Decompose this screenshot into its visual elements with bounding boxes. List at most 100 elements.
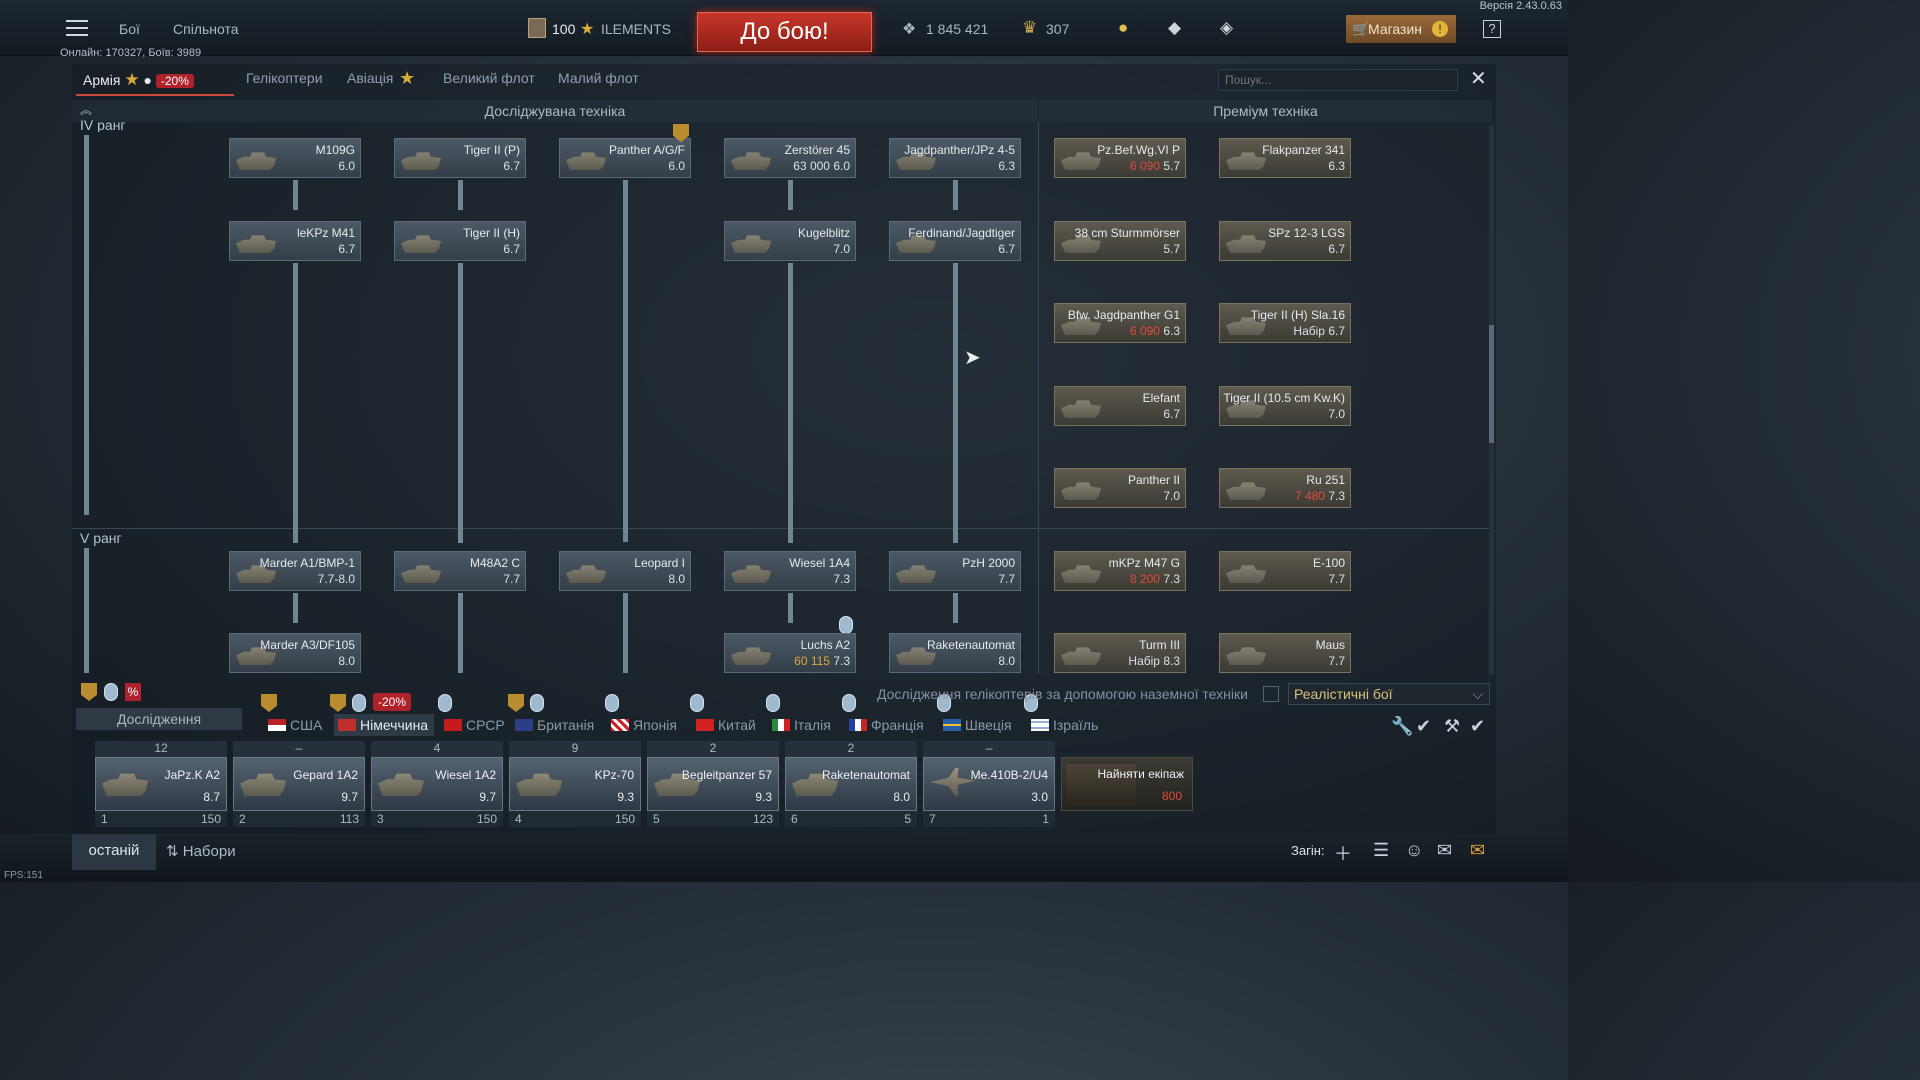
- nation-usa[interactable]: США: [268, 717, 322, 733]
- tab-helicopters[interactable]: Гелікоптери: [246, 70, 323, 86]
- close-icon[interactable]: ✕: [1470, 69, 1490, 90]
- slot-vehicle[interactable]: Begleitpanzer 57 9.3: [647, 757, 779, 811]
- nation-sweden[interactable]: Швеція: [943, 717, 1012, 733]
- slot-vehicle[interactable]: JaPz.K A2 8.7: [95, 757, 227, 811]
- tab-army[interactable]: Армія ★ ● -20%: [76, 66, 234, 96]
- vehicle-card[interactable]: Raketenautomat 8.0: [889, 633, 1021, 673]
- nation-france[interactable]: Франція: [849, 717, 924, 733]
- nation-israel[interactable]: Ізраїль: [1031, 717, 1098, 733]
- check-icon[interactable]: ✔: [1416, 716, 1431, 737]
- scrollbar-thumb[interactable]: [1489, 325, 1494, 443]
- crew-slot[interactable]: 2 Raketenautomat 8.0 6 5: [785, 741, 917, 827]
- vehicle-card[interactable]: leKPz M41 6.7: [229, 221, 361, 261]
- chat-icon[interactable]: ✉: [1437, 840, 1452, 861]
- nation-japan[interactable]: Японія: [611, 717, 677, 733]
- tab-bluewater-fleet[interactable]: Великий флот: [443, 70, 535, 86]
- nation-germany[interactable]: Німеччина: [334, 714, 434, 736]
- collapse-icon[interactable]: ︽: [80, 101, 92, 118]
- slot-vehicle[interactable]: Raketenautomat 8.0: [785, 757, 917, 811]
- friends-icon[interactable]: ☺: [1405, 840, 1423, 861]
- hire-crew-button[interactable]: Найняти екіпаж 800: [1061, 757, 1193, 811]
- tree-link: [458, 263, 463, 543]
- crew-slot[interactable]: – Gepard 1A2 9.7 2 113: [233, 741, 365, 827]
- vehicle-card[interactable]: M48A2 C 7.7: [394, 551, 526, 591]
- slot-vehicle[interactable]: KPz-70 9.3: [509, 757, 641, 811]
- bundle-label: Набір: [1293, 324, 1325, 338]
- wrench-icon[interactable]: 🔧: [1391, 716, 1413, 737]
- rank-v-label[interactable]: V ранг: [80, 530, 122, 546]
- premium-vehicle-card[interactable]: Flakpanzer 341 6.3: [1219, 138, 1351, 178]
- menu-icon[interactable]: [66, 20, 88, 36]
- research-dropdown[interactable]: Дослідження: [76, 708, 242, 730]
- premium-vehicle-card[interactable]: Tiger II (H) Sla.16 Набір 6.7: [1219, 303, 1351, 343]
- crew-slot[interactable]: – Me.410B-2/U4 3.0 7 1: [923, 741, 1055, 827]
- lightbulb-icon[interactable]: ●: [1118, 18, 1128, 38]
- vehicle-card[interactable]: Panther A/G/F 6.0: [559, 138, 691, 178]
- crew-slot[interactable]: 9 KPz-70 9.3 4 150: [509, 741, 641, 827]
- nation-italy[interactable]: Італія: [772, 717, 831, 733]
- help-icon[interactable]: ?: [1483, 20, 1501, 38]
- crew-slot[interactable]: 2 Begleitpanzer 57 9.3 5 123: [647, 741, 779, 827]
- vehicle-card[interactable]: Tiger II (H) 6.7: [394, 221, 526, 261]
- last-button[interactable]: останій: [72, 834, 156, 870]
- slot-vehicle[interactable]: Gepard 1A2 9.7: [233, 757, 365, 811]
- slot-vehicle[interactable]: Me.410B-2/U4 3.0: [923, 757, 1055, 811]
- add-icon[interactable]: ＋: [1334, 840, 1352, 866]
- crew-slot[interactable]: 12 JaPz.K A2 8.7 1 150: [95, 741, 227, 827]
- premium-vehicle-card[interactable]: Pz.Bef.Wg.VI P 6 090 5.7: [1054, 138, 1186, 178]
- premium-vehicle-card[interactable]: 38 cm Sturmmörser 5.7: [1054, 221, 1186, 261]
- heli-research-checkbox[interactable]: [1263, 686, 1279, 702]
- tab-aviation[interactable]: Авіація: [347, 70, 393, 86]
- check-all-icon[interactable]: ✔: [1470, 716, 1485, 737]
- crew-value: 5: [904, 812, 911, 826]
- premium-vehicle-card[interactable]: SPz 12-3 LGS 6.7: [1219, 221, 1351, 261]
- crew-slot[interactable]: 4 Wiesel 1A2 9.7 3 150: [371, 741, 503, 827]
- diamond-icon[interactable]: ◆: [1168, 18, 1181, 38]
- ticket-icon[interactable]: ◈: [1220, 18, 1233, 38]
- tree-link: [293, 180, 298, 210]
- vehicle-card[interactable]: Wiesel 1A4 7.3: [724, 551, 856, 591]
- premium-vehicle-card[interactable]: E-100 7.7: [1219, 551, 1351, 591]
- premium-vehicle-card[interactable]: Maus 7.7: [1219, 633, 1351, 673]
- nation-china[interactable]: Китай: [696, 717, 756, 733]
- game-mode-select[interactable]: Реалістичні бої ⌵: [1288, 683, 1490, 705]
- vehicle-card[interactable]: Leopard I 8.0: [559, 551, 691, 591]
- premium-vehicle-card[interactable]: Panther II 7.0: [1054, 468, 1186, 508]
- vehicle-card[interactable]: Ferdinand/Jagdtiger 6.7: [889, 221, 1021, 261]
- list-icon[interactable]: ☰: [1373, 840, 1389, 861]
- mail-icon[interactable]: ✉: [1470, 840, 1485, 861]
- vehicle-card[interactable]: Zerstörer 45 63 000 6.0: [724, 138, 856, 178]
- nation-britain[interactable]: Британія: [515, 717, 594, 733]
- battle-button[interactable]: До бою!: [697, 12, 872, 52]
- vehicle-card[interactable]: Kugelblitz 7.0: [724, 221, 856, 261]
- br-value: 7.3: [833, 654, 850, 668]
- repair-all-icon[interactable]: ⚒: [1444, 716, 1460, 737]
- vehicle-card[interactable]: Luchs A2 60 115 7.3: [724, 633, 856, 673]
- vehicle-card[interactable]: Jagdpanther/JPz 4-5 6.3: [889, 138, 1021, 178]
- premium-vehicle-card[interactable]: Turm III Набір 8.3: [1054, 633, 1186, 673]
- player-name[interactable]: ILEMENTS: [601, 21, 671, 37]
- vehicle-card[interactable]: PzH 2000 7.7: [889, 551, 1021, 591]
- premium-vehicle-card[interactable]: mKPz M47 G 8 200 7.3: [1054, 551, 1186, 591]
- nav-community[interactable]: Спільнота: [173, 21, 239, 37]
- battle-rating: 6.7: [338, 242, 355, 256]
- rank-iv-label[interactable]: IV ранг: [80, 120, 126, 132]
- tab-coastal-fleet[interactable]: Малий флот: [558, 70, 639, 86]
- premium-vehicle-card[interactable]: Tiger II (10.5 cm Kw.K) 7.0: [1219, 386, 1351, 426]
- vehicle-card[interactable]: Marder A1/BMP-1 7.7-8.0: [229, 551, 361, 591]
- presets-button[interactable]: ⇅ Набори: [166, 842, 236, 860]
- vehicle-card[interactable]: Marder A3/DF105 8.0: [229, 633, 361, 673]
- slot-vehicle[interactable]: Wiesel 1A2 9.7: [371, 757, 503, 811]
- search-input[interactable]: [1218, 69, 1458, 91]
- shop-button[interactable]: 🛒 Магазин !: [1346, 15, 1456, 43]
- nation-ussr[interactable]: СРСР: [444, 717, 505, 733]
- nav-battles[interactable]: Бої: [119, 21, 140, 37]
- avatar[interactable]: [528, 18, 546, 38]
- vehicle-card[interactable]: M109G 6.0: [229, 138, 361, 178]
- br-value: 5.7: [1163, 159, 1180, 173]
- br-value: 6.7: [1328, 324, 1345, 338]
- premium-vehicle-card[interactable]: Elefant 6.7: [1054, 386, 1186, 426]
- premium-vehicle-card[interactable]: Bfw. Jagdpanther G1 6 090 6.3: [1054, 303, 1186, 343]
- premium-vehicle-card[interactable]: Ru 251 7 480 7.3: [1219, 468, 1351, 508]
- vehicle-card[interactable]: Tiger II (P) 6.7: [394, 138, 526, 178]
